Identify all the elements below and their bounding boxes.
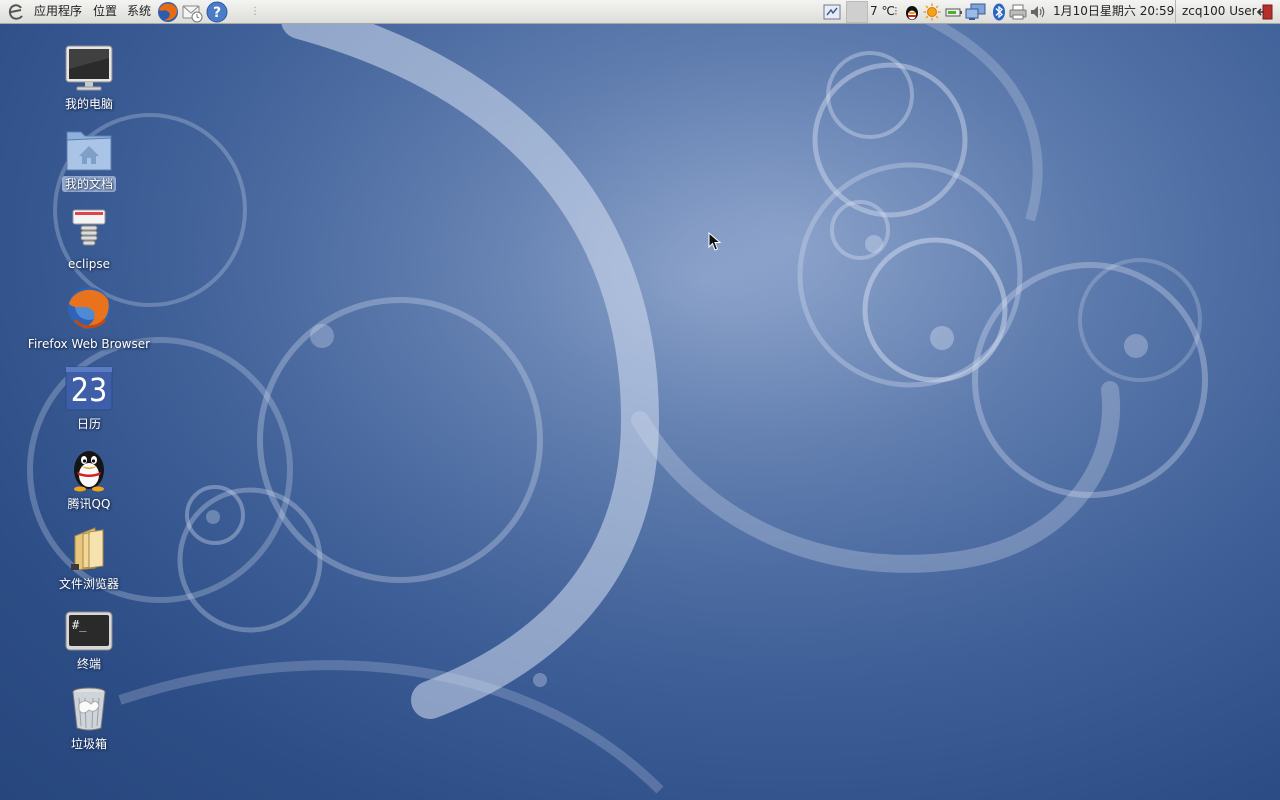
weather-sun-icon[interactable] <box>923 3 941 21</box>
home-folder-icon <box>65 124 113 172</box>
calendar-day: 23 <box>70 371 108 409</box>
menu-system[interactable]: 系统 <box>127 0 151 23</box>
volume-icon[interactable] <box>1029 3 1047 21</box>
terminal-prompt: #_ <box>72 618 87 632</box>
qq-tray-icon[interactable] <box>903 3 921 21</box>
desktop[interactable]: 应用程序 位置 系统 ? ⋮ 7 ℃ ⁝ 1月10日星期六 20:59 zcq1… <box>0 0 1280 800</box>
desktop-icon-label: 终端 <box>76 657 101 671</box>
temperature-reading[interactable]: 7 ℃ <box>870 0 895 23</box>
desktop-icon-firefox[interactable]: Firefox Web Browser <box>20 284 158 360</box>
menu-applications[interactable]: 应用程序 <box>34 0 82 23</box>
network-monitor-icon[interactable] <box>965 3 987 21</box>
panel-separator: ⁝ <box>894 4 898 18</box>
desktop-icon-trash[interactable]: 垃圾箱 <box>20 684 158 760</box>
desktop-icon-label: 我的文档 <box>20 176 158 192</box>
panel-drag-handle[interactable]: ⋮ <box>250 0 260 23</box>
computer-icon <box>65 44 113 92</box>
desktop-icon-my-computer[interactable]: 我的电脑 <box>20 44 158 120</box>
mail-icon[interactable] <box>181 1 203 23</box>
firefox-icon <box>65 284 113 332</box>
eclipse-icon <box>65 204 113 252</box>
help-icon[interactable]: ? <box>205 0 229 24</box>
wallpaper <box>0 0 1280 800</box>
top-panel: 应用程序 位置 系统 ? ⋮ 7 ℃ ⁝ 1月10日星期六 20:59 zcq1… <box>0 0 1280 24</box>
file-browser-icon <box>65 524 113 572</box>
clock[interactable]: 1月10日星期六 20:59 <box>1053 0 1174 23</box>
desktop-icon-my-documents[interactable]: 我的文档 <box>20 124 158 200</box>
desktop-icon-qq[interactable]: 腾讯QQ <box>20 444 158 520</box>
firefox-icon[interactable] <box>156 0 180 24</box>
desktop-icon-eclipse[interactable]: eclipse <box>20 204 158 280</box>
desktop-icon-label: Firefox Web Browser <box>27 337 151 351</box>
desktop-icon-label: 日历 <box>76 417 101 431</box>
desktop-icon-file-browser[interactable]: 文件浏览器 <box>20 524 158 600</box>
panel-separator <box>1175 0 1176 24</box>
battery-icon[interactable] <box>945 3 963 21</box>
svg-text:?: ? <box>213 5 221 21</box>
bluetooth-icon[interactable] <box>990 3 1008 21</box>
desktop-icon-label: 文件浏览器 <box>58 577 119 591</box>
trash-icon <box>65 684 113 732</box>
mouse-cursor-icon <box>708 231 722 256</box>
desktop-icon-calendar[interactable]: 23 日历 <box>20 364 158 440</box>
desktop-icon-label: 腾讯QQ <box>67 497 111 511</box>
desktop-icon-terminal[interactable]: #_ 终端 <box>20 604 158 680</box>
distro-logo-icon[interactable] <box>6 2 26 22</box>
desktop-icon-label: eclipse <box>68 257 110 271</box>
logout-icon[interactable] <box>1257 3 1275 21</box>
calendar-icon: 23 <box>65 364 113 412</box>
network-switch-icon[interactable] <box>823 3 841 21</box>
terminal-icon: #_ <box>65 604 113 652</box>
blank-applet-icon[interactable] <box>846 1 868 23</box>
user-switcher[interactable]: zcq100 User <box>1182 0 1257 23</box>
qq-penguin-icon <box>65 444 113 492</box>
menu-places[interactable]: 位置 <box>93 0 117 23</box>
printer-icon[interactable] <box>1009 3 1027 21</box>
desktop-icon-label: 垃圾箱 <box>70 737 107 751</box>
desktop-icon-label: 我的电脑 <box>64 97 113 111</box>
